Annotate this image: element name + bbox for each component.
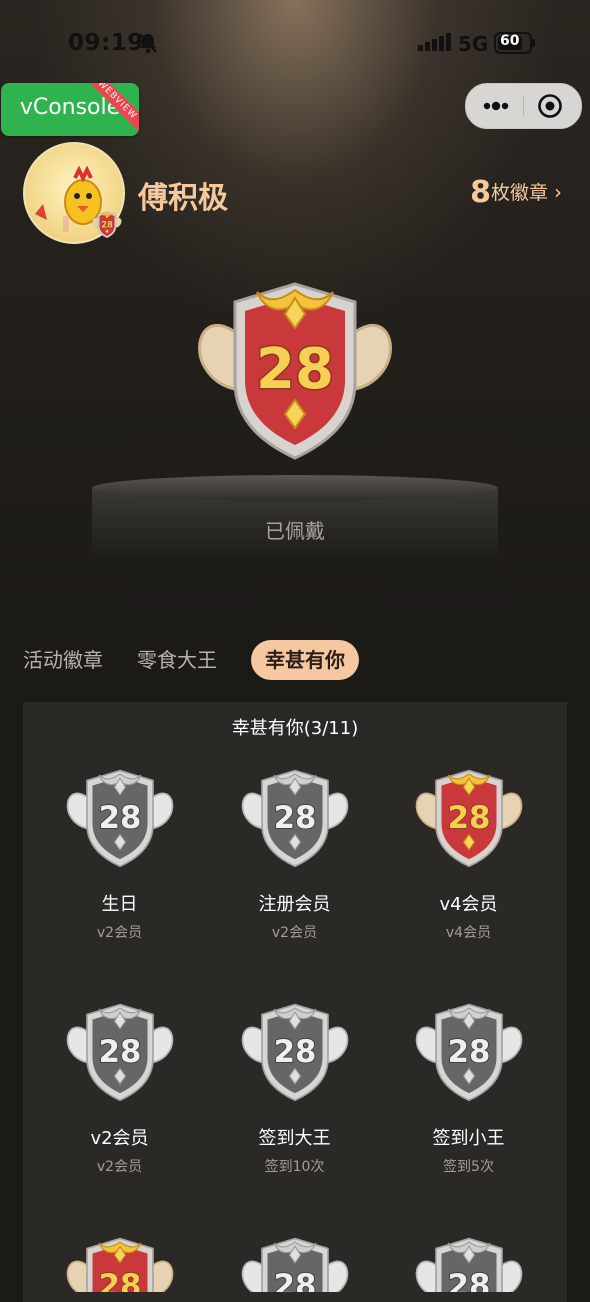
chevron-right-icon: › — [554, 180, 562, 204]
badge-requirement: v2会员 — [96, 925, 143, 941]
battery-level: 60 — [500, 33, 520, 49]
more-icon[interactable] — [481, 95, 511, 117]
close-target-icon[interactable] — [537, 93, 563, 119]
badge-locked-icon — [61, 998, 179, 1108]
badge-locked-icon — [236, 998, 354, 1108]
signal-icon — [418, 33, 451, 51]
badge-requirement: 签到5次 — [443, 1159, 494, 1175]
badge-item[interactable]: v2会员 v2会员 — [32, 998, 207, 1176]
badge-count-label: 枚徽章 — [490, 182, 548, 204]
status-time: 09:19 — [68, 30, 144, 56]
section-title: 幸甚有你(3/11) — [231, 718, 359, 739]
badge-earned-icon — [410, 764, 528, 874]
worn-badge-icon — [195, 272, 395, 472]
badge-count-link[interactable]: 8枚徽章 › — [470, 175, 562, 210]
badge-item[interactable]: 签到大王 签到10次 — [207, 998, 382, 1176]
badge-item[interactable]: 注册会员 v2会员 — [207, 764, 382, 942]
badge-item[interactable]: 签到小王 签到5次 — [381, 998, 556, 1176]
capsule-divider — [523, 96, 524, 116]
badge-locked-icon — [236, 1232, 354, 1292]
battery-icon: 60 — [494, 32, 536, 54]
badge-locked-icon — [410, 998, 528, 1108]
username: 傅积极 — [138, 181, 228, 216]
profile-header: 傅积极 8枚徽章 › — [0, 140, 590, 245]
tab-snack-king[interactable]: 零食大王 — [137, 640, 217, 680]
badge-name: 签到小王 — [432, 1128, 505, 1149]
avatar-level-badge-icon — [92, 208, 122, 242]
badge-name: v2会员 — [90, 1128, 149, 1149]
badge-requirement: v4会员 — [445, 925, 492, 941]
badge-panel: 幸甚有你(3/11) 生日 v2会员 注册会员 v2会员 v4会员 v4会员 v… — [23, 702, 567, 1302]
badge-category-tabs: 活动徽章 零食大王 幸甚有你 — [0, 640, 590, 680]
badge-item[interactable] — [32, 1232, 207, 1292]
badge-requirement: v2会员 — [96, 1159, 143, 1175]
status-bar: 09:19 5G 60 — [0, 0, 590, 86]
badge-name: 生日 — [101, 894, 138, 915]
badge-name: v4会员 — [439, 894, 498, 915]
worn-status: 已佩戴 — [265, 519, 325, 543]
badge-requirement: 签到10次 — [264, 1159, 325, 1175]
badge-earned-icon — [61, 1232, 179, 1292]
miniprogram-capsule — [465, 83, 582, 129]
network-type: 5G — [458, 32, 489, 56]
badge-name: 签到大王 — [258, 1128, 331, 1149]
badge-locked-icon — [236, 764, 354, 874]
badge-item[interactable] — [381, 1232, 556, 1292]
badge-item[interactable]: v4会员 v4会员 — [381, 764, 556, 942]
badge-locked-icon — [61, 764, 179, 874]
bell-muted-icon — [139, 33, 157, 54]
badge-item[interactable] — [207, 1232, 382, 1292]
badge-name: 注册会员 — [258, 894, 331, 915]
badge-requirement: v2会员 — [271, 925, 318, 941]
badge-count: 8 — [470, 175, 491, 210]
tab-lucky-you[interactable]: 幸甚有你 — [251, 640, 359, 680]
tab-activity-badges[interactable]: 活动徽章 — [23, 640, 103, 680]
badge-item[interactable]: 生日 v2会员 — [32, 764, 207, 942]
vconsole-button[interactable]: vConsole WEBVIEW — [1, 83, 139, 136]
badge-locked-icon — [410, 1232, 528, 1292]
